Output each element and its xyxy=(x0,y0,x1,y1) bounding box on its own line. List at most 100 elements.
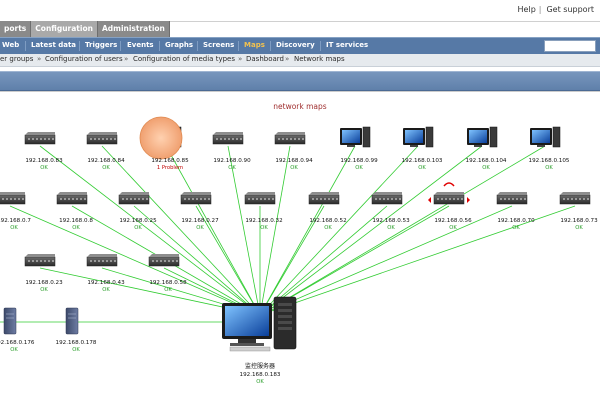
node-ip-label: 192.168.0.70 xyxy=(497,218,535,224)
node-status-label: OK xyxy=(418,165,426,171)
node-ip-label: 192.168.0.85 xyxy=(151,158,189,164)
computer-icon[interactable] xyxy=(530,126,561,148)
node-status-label: OK xyxy=(449,225,457,231)
node-ip-label: 192.168.0.94 xyxy=(275,158,313,164)
node-ip-label: 192.168.0.83 xyxy=(25,158,63,164)
switch-icon[interactable] xyxy=(86,132,118,145)
switch-icon[interactable] xyxy=(148,254,180,267)
computer-icon[interactable] xyxy=(403,126,434,148)
node-status-label: OK xyxy=(164,287,172,293)
switch-icon[interactable] xyxy=(0,192,26,205)
server-ip-label: 192.168.0.183 xyxy=(240,372,281,378)
switch-glyph xyxy=(433,192,465,205)
node-ip-label: 192.168.0.99 xyxy=(340,158,378,164)
node-status-label: OK xyxy=(40,165,48,171)
node-ip-label: 192.168.0.176 xyxy=(0,340,35,346)
map-link xyxy=(165,145,261,316)
server-glyph xyxy=(3,307,17,335)
server-status-label: OK xyxy=(256,379,264,385)
switch-glyph xyxy=(86,132,118,145)
switch-icon[interactable] xyxy=(86,254,118,267)
switch-icon[interactable] xyxy=(559,192,591,205)
selection-handle-top[interactable] xyxy=(443,182,455,187)
node-ip-label: 192.168.0.43 xyxy=(87,280,125,286)
node-status-label: OK xyxy=(134,225,142,231)
node-ip-label: 192.168.0.73 xyxy=(560,218,598,224)
node-ip-label: 192.168.0.104 xyxy=(466,158,507,164)
switch-glyph xyxy=(274,132,306,145)
node-status-label: 1 Problem xyxy=(157,165,183,171)
computer-icon[interactable] xyxy=(340,126,371,148)
switch-icon[interactable] xyxy=(24,132,56,145)
node-ip-label: 192.168.0.27 xyxy=(181,218,219,224)
node-ip-label: 192.168.0.8 xyxy=(59,218,93,224)
switch-glyph xyxy=(496,192,528,205)
switch-glyph xyxy=(24,132,56,145)
node-ip-label: 192.168.0.52 xyxy=(309,218,346,224)
node-ip-label: 192.168.0.84 xyxy=(87,158,125,164)
switch-icon[interactable] xyxy=(308,192,340,205)
switch-icon[interactable] xyxy=(433,192,465,205)
switch-icon[interactable] xyxy=(212,132,244,145)
switch-icon[interactable] xyxy=(56,192,88,205)
node-ip-label: 192.168.0.32 xyxy=(245,218,282,224)
switch-icon[interactable] xyxy=(180,192,212,205)
monitoring-server-icon[interactable] xyxy=(222,296,297,352)
node-ip-label: 192.168.0.58 xyxy=(149,280,187,286)
server-icon[interactable] xyxy=(65,307,79,335)
switch-icon[interactable] xyxy=(24,254,56,267)
node-status-label: OK xyxy=(72,225,80,231)
node-status-label: OK xyxy=(355,165,363,171)
switch-icon[interactable] xyxy=(118,192,150,205)
switch-icon[interactable] xyxy=(244,192,276,205)
switch-glyph xyxy=(180,192,212,205)
node-ip-label: 192.168.0.23 xyxy=(25,280,63,286)
switch-icon[interactable] xyxy=(496,192,528,205)
node-status-label: OK xyxy=(545,165,553,171)
problem-highlight xyxy=(139,116,183,160)
node-ip-label: 192.168.0.56 xyxy=(434,218,472,224)
node-ip-label: 192.168.0.178 xyxy=(56,340,97,346)
switch-glyph xyxy=(212,132,244,145)
map-link xyxy=(227,145,261,316)
node-status-label: OK xyxy=(40,287,48,293)
map-link xyxy=(259,145,546,316)
map-link xyxy=(259,145,356,316)
node-ip-label: 192.168.0.105 xyxy=(529,158,570,164)
server-name-label: 监控服务器 xyxy=(245,362,275,370)
node-status-label: OK xyxy=(10,225,18,231)
switch-glyph xyxy=(0,192,26,205)
computer-glyph xyxy=(403,126,434,148)
selection-handle-right[interactable] xyxy=(467,197,470,203)
switch-glyph xyxy=(86,254,118,267)
switch-glyph xyxy=(308,192,340,205)
switch-glyph xyxy=(56,192,88,205)
switch-glyph xyxy=(371,192,403,205)
node-status-label: OK xyxy=(72,347,80,353)
node-ip-label: 192.168.0.53 xyxy=(372,218,410,224)
node-status-label: OK xyxy=(10,347,18,353)
node-ip-label: 192.168.0.90 xyxy=(213,158,251,164)
switch-glyph xyxy=(244,192,276,205)
node-status-label: OK xyxy=(387,225,395,231)
map-link xyxy=(101,145,261,316)
node-status-label: OK xyxy=(290,165,298,171)
switch-icon[interactable] xyxy=(371,192,403,205)
node-status-label: OK xyxy=(324,225,332,231)
switch-glyph xyxy=(148,254,180,267)
switch-glyph xyxy=(24,254,56,267)
node-ip-label: 192.168.0.103 xyxy=(402,158,443,164)
switch-glyph xyxy=(559,192,591,205)
computer-glyph xyxy=(530,126,561,148)
switch-glyph xyxy=(118,192,150,205)
switch-icon[interactable] xyxy=(274,132,306,145)
computer-icon[interactable] xyxy=(467,126,498,148)
node-status-label: OK xyxy=(260,225,268,231)
selection-handle-left[interactable] xyxy=(428,197,431,203)
server-icon[interactable] xyxy=(3,307,17,335)
computer-glyph xyxy=(467,126,498,148)
node-ip-label: 192.168.0.25 xyxy=(119,218,157,224)
node-status-label: OK xyxy=(482,165,490,171)
network-map: 192.168.0.83OK192.168.0.84OK192.168.0.85… xyxy=(0,116,598,385)
node-status-label: OK xyxy=(196,225,204,231)
